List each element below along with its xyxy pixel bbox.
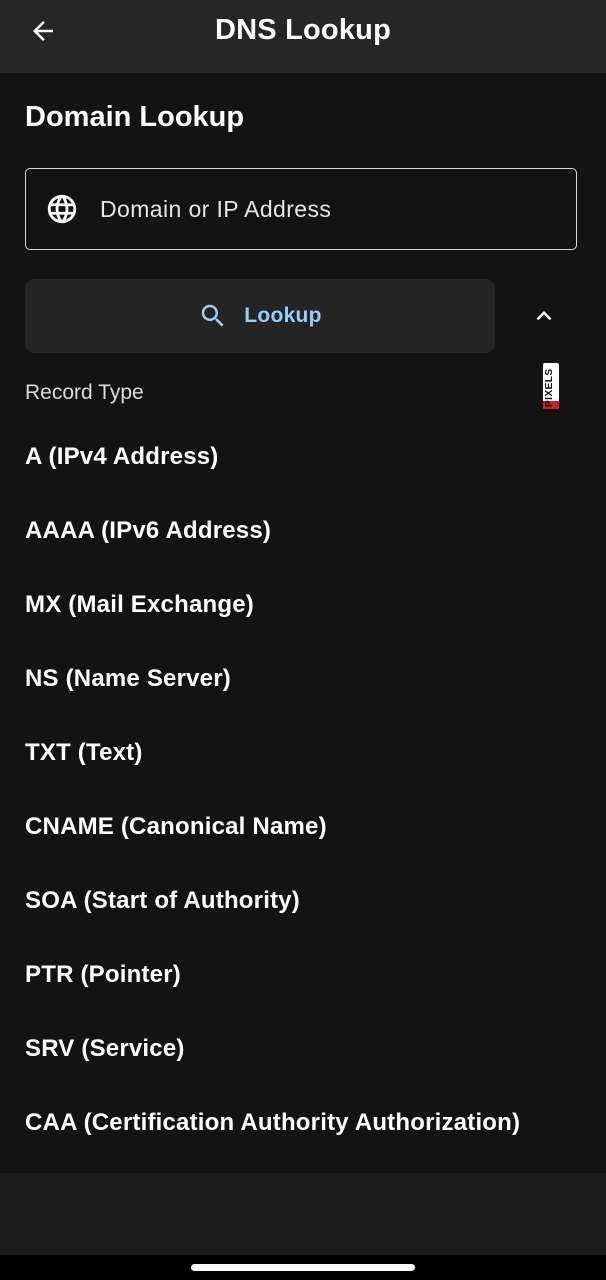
record-type-option[interactable]: MX (Mail Exchange)	[0, 568, 606, 642]
lookup-button[interactable]: Lookup	[25, 279, 495, 353]
record-type-label: Record Type	[25, 381, 144, 404]
section-title: Domain Lookup	[25, 101, 245, 133]
record-type-list: A (IPv4 Address) AAAA (IPv6 Address) MX …	[0, 420, 606, 1160]
record-type-option[interactable]: CAA (Certification Authority Authorizati…	[0, 1086, 606, 1160]
domain-input[interactable]: Domain or IP Address	[25, 168, 577, 250]
globe-icon	[45, 192, 79, 226]
record-type-option[interactable]: CNAME (Canonical Name)	[0, 790, 606, 864]
collapse-button[interactable]	[520, 295, 568, 337]
search-icon	[201, 304, 224, 327]
home-indicator[interactable]	[191, 1264, 415, 1271]
page-title: DNS Lookup	[215, 14, 391, 46]
domain-input-placeholder: Domain or IP Address	[100, 195, 332, 222]
record-type-option[interactable]: NS (Name Server)	[0, 642, 606, 716]
record-type-option[interactable]: SRV (Service)	[0, 1012, 606, 1086]
pixels-badge: PIXELS	[543, 363, 559, 409]
app-bar: DNS Lookup	[0, 0, 606, 73]
record-type-option[interactable]: A (IPv4 Address)	[0, 420, 606, 494]
record-type-option[interactable]: TXT (Text)	[0, 716, 606, 790]
record-type-option[interactable]: SOA (Start of Authority)	[0, 864, 606, 938]
record-type-option[interactable]: AAAA (IPv6 Address)	[0, 494, 606, 568]
lookup-button-label: Lookup	[244, 304, 322, 327]
main-content: Domain Lookup Domain or IP Address Looku…	[0, 73, 606, 1173]
pixels-badge-text: PIXELS	[544, 368, 555, 407]
record-type-option[interactable]: PTR (Pointer)	[0, 938, 606, 1012]
chevron-up-icon	[536, 311, 552, 321]
